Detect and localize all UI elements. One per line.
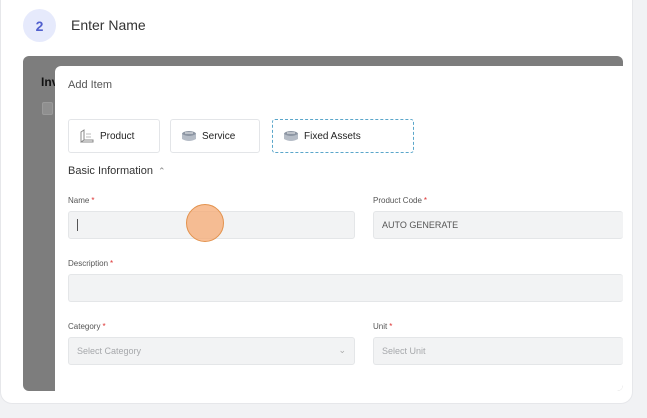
unit-label-text: Unit [373, 322, 388, 331]
category-select[interactable]: Select Category ⌄ [68, 337, 355, 365]
category-label-text: Category [68, 322, 101, 331]
category-placeholder: Select Category [77, 346, 142, 356]
required-marker: * [91, 196, 95, 205]
step-title: Enter Name [71, 17, 146, 33]
service-box-icon [181, 129, 197, 143]
service-type-label: Service [202, 130, 236, 142]
product-icon [79, 129, 95, 143]
chevron-down-icon: ⌄ [338, 345, 346, 355]
basic-information-toggle[interactable]: Basic Information ⌃ [68, 165, 166, 177]
step-card: 2 Enter Name Inv Add Item Product Servic… [0, 0, 633, 404]
name-label-text: Name [68, 196, 90, 205]
required-marker: * [389, 322, 393, 331]
product-code-label: Product Code * [373, 196, 427, 205]
product-code-label-text: Product Code [373, 196, 422, 205]
product-code-input[interactable]: AUTO GENERATE [373, 211, 623, 239]
modal-title: Add Item [68, 79, 113, 91]
text-caret [77, 219, 78, 231]
step-number-badge: 2 [23, 9, 56, 42]
fixed-assets-type-label: Fixed Assets [304, 130, 361, 142]
service-type-button[interactable]: Service [170, 119, 260, 153]
product-code-value: AUTO GENERATE [382, 220, 459, 230]
unit-label: Unit * [373, 322, 392, 331]
screenshot-panel: Inv Add Item Product Service Fixed Asset… [23, 56, 623, 391]
section-title: Basic Information [68, 165, 153, 177]
click-indicator [186, 204, 224, 242]
unit-select[interactable]: Select Unit [373, 337, 623, 365]
product-type-button[interactable]: Product [68, 119, 160, 153]
fixed-assets-box-icon [283, 129, 299, 143]
name-label: Name * [68, 196, 94, 205]
background-control [42, 102, 53, 115]
unit-placeholder: Select Unit [382, 346, 426, 356]
required-marker: * [102, 322, 106, 331]
add-item-modal: Add Item Product Service Fixed Assets Ba… [55, 66, 623, 391]
description-label-text: Description [68, 259, 109, 268]
description-label: Description * [68, 259, 113, 268]
product-type-label: Product [100, 130, 135, 142]
description-input[interactable] [68, 274, 623, 302]
chevron-up-icon: ⌃ [157, 165, 166, 176]
fixed-assets-type-button[interactable]: Fixed Assets [272, 119, 414, 153]
required-marker: * [423, 196, 428, 205]
category-label: Category * [68, 322, 106, 331]
required-marker: * [110, 259, 114, 268]
